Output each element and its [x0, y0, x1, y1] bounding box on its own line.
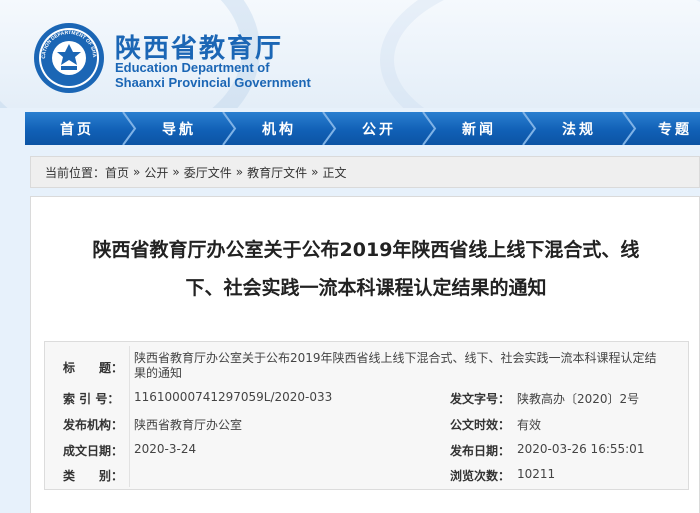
breadcrumb-separator: » [172, 165, 180, 179]
nav-item-label: 法规 [562, 121, 596, 138]
meta-doc-number-value: 陕教高办〔2020〕2号 [517, 392, 640, 406]
article-title: 陕西省教育厅办公室关于公布2019年陕西省线上线下混合式、线 下、社会实践一流本… [31, 231, 700, 307]
meta-published-date-label: 发布日期： [450, 444, 511, 458]
breadcrumb-current: 正文 [322, 165, 347, 180]
breadcrumb-separator: » [311, 165, 319, 179]
header-decoration [380, 0, 700, 108]
nav-item-organization[interactable]: 机构 [229, 112, 337, 145]
meta-views-label: 浏览次数： [450, 469, 511, 483]
nav-item-label: 专题 [658, 121, 692, 138]
breadcrumb: 当前位置： 首页 » 公开 » 委厅文件 » 教育厅文件 » 正文 [30, 156, 700, 188]
site-title-english-line2: Shaanxi Provincial Government [115, 75, 311, 90]
meta-title-label: 标 题： [63, 361, 124, 375]
nav-item-news[interactable]: 新闻 [429, 112, 537, 145]
meta-doc-number-label: 发文字号： [450, 392, 511, 406]
breadcrumb-separator: » [133, 165, 141, 179]
nav-item-label: 机构 [262, 121, 296, 138]
document-meta-table: 标 题： 陕西省教育厅办公室关于公布2019年陕西省线上线下混合式、线下、社会实… [44, 341, 689, 490]
meta-divider [129, 346, 130, 487]
nav-item-label: 首页 [60, 121, 94, 138]
meta-validity-value: 有效 [517, 418, 542, 432]
breadcrumb-separator: » [235, 165, 244, 179]
article-title-line2: 下、社会实践一流本科课程认定结果的通知 [185, 277, 547, 299]
nav-item-label: 导航 [162, 121, 196, 138]
main-navigation: 首页 导航 机构 公开 新闻 法规 专题 [25, 112, 700, 145]
nav-item-guide[interactable]: 导航 [129, 112, 237, 145]
nav-item-home[interactable]: 首页 [25, 112, 137, 145]
meta-index-value: 11610000741297059L/2020-033 [134, 390, 333, 404]
nav-item-regulations[interactable]: 法规 [529, 112, 637, 145]
nav-item-topics[interactable]: 专题 [629, 112, 696, 145]
department-emblem-icon[interactable]: EDS EDUCATION DEPARTMENT OF SHAANXI [33, 22, 105, 94]
nav-item-public[interactable]: 公开 [329, 112, 437, 145]
meta-category-label: 类 别： [63, 469, 124, 483]
breadcrumb-link-department-files[interactable]: 教育厅文件 [247, 164, 307, 181]
nav-item-label: 新闻 [462, 121, 496, 138]
meta-published-date-value: 2020-03-26 16:55:01 [517, 442, 645, 456]
meta-title-value: 陕西省教育厅办公室关于公布2019年陕西省线上线下混合式、线下、社会实践一流本科… [134, 351, 657, 380]
nav-item-label: 公开 [362, 121, 396, 138]
site-header: EDS EDUCATION DEPARTMENT OF SHAANXI 陕西省教… [0, 0, 700, 108]
breadcrumb-prefix: 当前位置： [45, 165, 106, 180]
breadcrumb-link-home[interactable]: 首页 [105, 164, 129, 181]
emblem-center-text: EDS [65, 69, 74, 74]
article-title-line1: 陕西省教育厅办公室关于公布2019年陕西省线上线下混合式、线 [92, 239, 640, 261]
breadcrumb-link-committee-files[interactable]: 委厅文件 [184, 164, 232, 181]
meta-views-value: 10211 [517, 467, 556, 481]
meta-created-date-value: 2020-3-24 [134, 442, 197, 456]
breadcrumb-link-public[interactable]: 公开 [144, 164, 168, 181]
meta-issuer-label: 发布机构： [63, 418, 124, 432]
meta-index-label: 索 引 号： [63, 392, 120, 406]
meta-issuer-value: 陕西省教育厅办公室 [134, 418, 243, 432]
meta-created-date-label: 成文日期： [63, 444, 124, 458]
site-title-english-line1: Education Department of [115, 60, 270, 75]
meta-validity-label: 公文时效： [450, 418, 511, 432]
